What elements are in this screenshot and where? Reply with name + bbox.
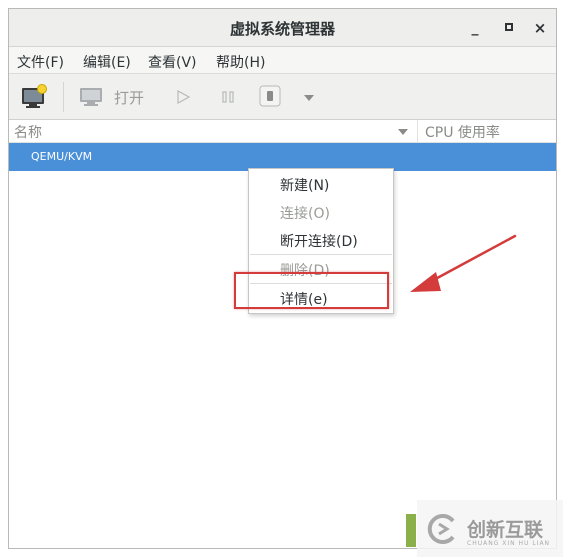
toolbar: 打开 [9,74,556,120]
menu-separator [250,254,392,255]
monitor-icon[interactable] [79,86,105,108]
watermark: 创新互联 CHUANG XIN HU LIAN [417,500,563,557]
menu-view[interactable]: 查看(V) [148,52,197,72]
shutdown-icon[interactable] [259,85,281,107]
menu-item-new[interactable]: 新建(N) [280,175,329,195]
open-button[interactable]: 打开 [114,87,144,108]
toolbar-separator [63,82,64,112]
minimize-button[interactable]: _ [464,17,486,39]
corner-thumbnail [406,514,416,547]
menu-help[interactable]: 帮助(H) [216,52,265,72]
menu-edit[interactable]: 编辑(E) [83,52,131,72]
pause-icon[interactable] [220,89,236,105]
shutdown-dropdown-icon[interactable] [304,95,314,101]
title-bar: 虚拟系统管理器 _ × [9,9,556,47]
watermark-brand: 创新互联 [467,519,544,541]
brand-logo-icon [427,514,455,544]
maximize-icon [505,22,513,31]
watermark-subtitle: CHUANG XIN HU LIAN [467,540,551,547]
menu-item-disconnect[interactable]: 断开连接(D) [280,231,358,251]
maximize-button[interactable] [498,17,520,39]
column-divider[interactable] [417,120,418,143]
menu-bar: 文件(F) 编辑(E) 查看(V) 帮助(H) [9,47,556,74]
menu-file[interactable]: 文件(F) [17,52,64,72]
annotation-highlight-box [234,272,389,309]
column-name[interactable]: 名称 [14,122,42,142]
new-vm-icon[interactable] [20,84,48,110]
connection-row-qemu-kvm[interactable]: QEMU/KVM [9,143,556,171]
column-header: 名称 CPU 使用率 [9,120,556,143]
menu-item-connect[interactable]: 连接(O) [280,203,330,223]
connection-label: QEMU/KVM [31,150,93,163]
close-button[interactable]: × [529,17,551,39]
column-cpu-usage[interactable]: CPU 使用率 [425,122,500,142]
play-icon[interactable] [175,89,191,105]
sort-chevron-down-icon[interactable] [398,129,408,135]
